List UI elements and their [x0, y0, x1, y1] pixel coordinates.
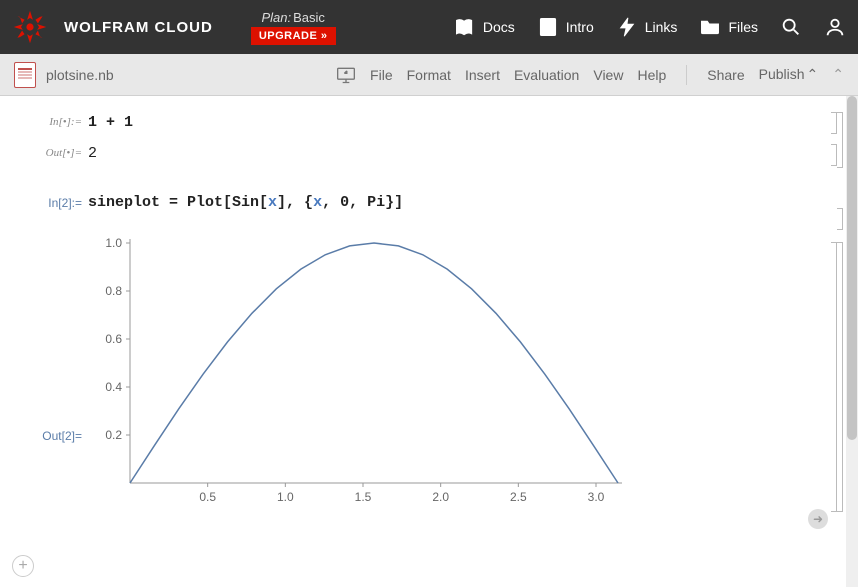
notebook-area: In[•]:= 1 + 1 Out[•]= 2 In[2]:= sineplot… — [0, 96, 858, 587]
nav-files-label: Files — [728, 19, 758, 35]
menu-file[interactable]: File — [370, 67, 393, 83]
document-title[interactable]: plotsine.nb — [46, 67, 114, 83]
menu-divider — [686, 65, 687, 85]
upgrade-button[interactable]: UPGRADE » — [251, 27, 336, 45]
svg-text:0.6: 0.6 — [105, 332, 122, 346]
nav-links-label: Links — [645, 19, 678, 35]
logo-area: WOLFRAM CLOUD — [12, 9, 213, 45]
menu-share[interactable]: Share — [707, 67, 744, 83]
next-arrow-icon[interactable]: ➜ — [808, 509, 828, 529]
svg-text:0.8: 0.8 — [105, 284, 122, 298]
brand-name: WOLFRAM CLOUD — [64, 19, 213, 36]
out-label-1: Out[•]= — [40, 145, 88, 159]
menu-view[interactable]: View — [593, 67, 623, 83]
user-icon[interactable] — [824, 16, 846, 38]
nav-intro-label: Intro — [566, 19, 594, 35]
nav-docs-label: Docs — [483, 19, 515, 35]
in-code-1: 1 + 1 — [88, 114, 133, 131]
menu-format[interactable]: Format — [407, 67, 451, 83]
out-value-1: 2 — [88, 145, 97, 162]
header-bar: WOLFRAM CLOUD Plan:Basic UPGRADE » Docs … — [0, 0, 858, 54]
lightning-icon — [616, 16, 638, 38]
menu-insert[interactable]: Insert — [465, 67, 500, 83]
plan-label: Plan:Basic — [261, 10, 324, 25]
svg-text:2.0: 2.0 — [432, 490, 449, 504]
output-cell-2[interactable]: Out[2]= 0.2 0.4 0.6 0.8 1.0 0.5 1.0 1.5 2.0 2.5 3.… — [0, 225, 858, 517]
plan-area: Plan:Basic UPGRADE » — [251, 10, 336, 45]
notebook-icon — [14, 62, 36, 88]
nav-docs[interactable]: Docs — [454, 16, 515, 38]
svg-text:3.0: 3.0 — [588, 490, 605, 504]
svg-text:0.2: 0.2 — [105, 428, 122, 442]
in-code-2: sineplot = Plot[Sin[x], {x, 0, Pi}] — [88, 194, 403, 211]
search-icon[interactable] — [780, 16, 802, 38]
add-cell-button[interactable]: + — [12, 555, 34, 577]
collapse-icon[interactable]: ⌃ — [832, 66, 844, 83]
nav-intro[interactable]: Intro — [537, 16, 594, 38]
folder-icon — [699, 16, 721, 38]
input-cell-1[interactable]: In[•]:= 1 + 1 — [0, 110, 858, 135]
out-label-2: Out[2]= — [40, 299, 88, 443]
intro-icon — [537, 16, 559, 38]
menu-publish[interactable]: Publish⌃ — [759, 66, 819, 83]
svg-text:0.4: 0.4 — [105, 380, 122, 394]
chevron-icon: ⌃ — [807, 66, 819, 83]
scrollbar-track[interactable] — [846, 96, 858, 587]
nav-files[interactable]: Files — [699, 16, 758, 38]
svg-text:0.5: 0.5 — [199, 490, 216, 504]
svg-text:1.0: 1.0 — [105, 236, 122, 250]
svg-text:1.0: 1.0 — [277, 490, 294, 504]
svg-text:1.5: 1.5 — [355, 490, 372, 504]
sub-toolbar: plotsine.nb File Format Insert Evaluatio… — [0, 54, 858, 96]
input-cell-2[interactable]: In[2]:= sineplot = Plot[Sin[x], {x, 0, P… — [0, 190, 858, 215]
in-label-2: In[2]:= — [40, 194, 88, 210]
nav-items: Docs Intro Links Files — [454, 16, 846, 38]
menu-bar: File Format Insert Evaluation View Help … — [336, 65, 844, 85]
scrollbar-thumb[interactable] — [847, 96, 857, 440]
book-icon — [454, 16, 476, 38]
sine-plot-chart: 0.2 0.4 0.6 0.8 1.0 0.5 1.0 1.5 2.0 2.5 3.0 — [88, 233, 628, 513]
nav-links[interactable]: Links — [616, 16, 678, 38]
svg-text:2.5: 2.5 — [510, 490, 527, 504]
wolfram-logo-icon[interactable] — [12, 9, 48, 45]
menu-help[interactable]: Help — [637, 67, 666, 83]
menu-evaluation[interactable]: Evaluation — [514, 67, 579, 83]
desktop-icon[interactable] — [336, 66, 356, 84]
output-cell-1[interactable]: Out[•]= 2 — [0, 141, 858, 166]
in-label-1: In[•]:= — [40, 114, 88, 128]
